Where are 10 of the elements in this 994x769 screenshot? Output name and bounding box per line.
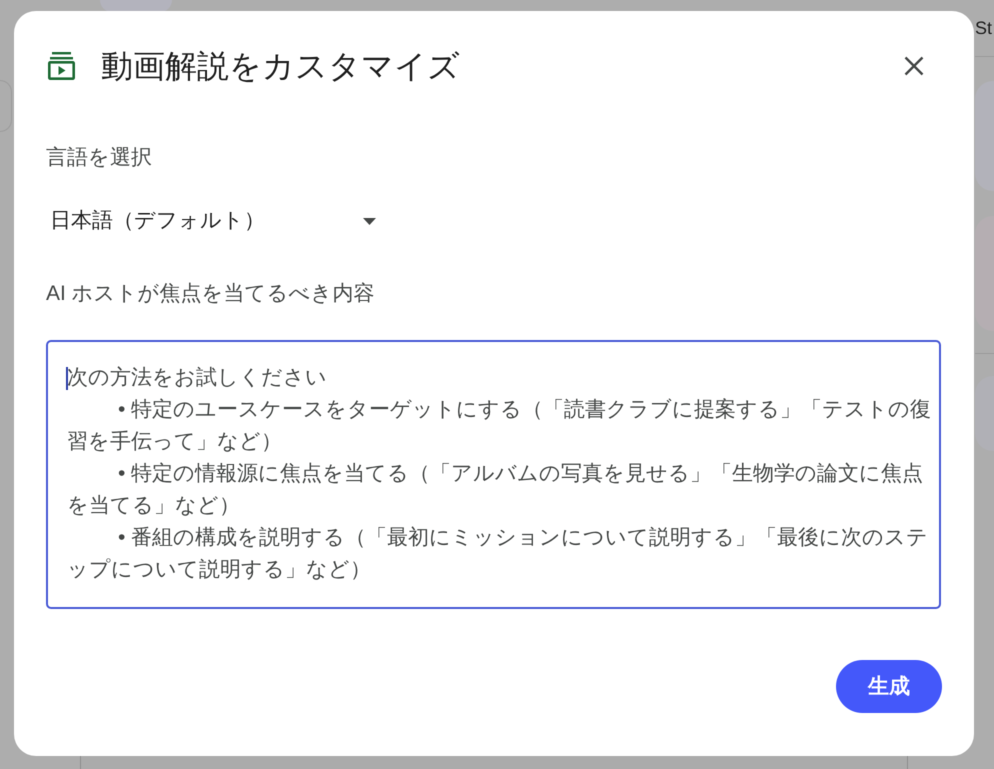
- header-text: St: [975, 17, 992, 40]
- play-stack-icon: [48, 52, 75, 80]
- field-label: 言語を選択: [46, 145, 152, 171]
- field-label: AI ホストが焦点を当てるべき内容: [46, 281, 375, 307]
- dialog-title: 動画解説をカスタマイズ: [101, 47, 460, 86]
- close-icon: [904, 56, 924, 76]
- generate-button[interactable]: 生成: [836, 660, 942, 713]
- prompt-text-area[interactable]: 次の方法をお試しください • 特定のユースケースをターゲットにする（「読書クラブに提案する」「テストの復習を手伝って」など） • 特定の情報源に焦点を当てる（「アルバムの写真を見せる」「生物学の論文に焦点を当てる」など） • 番組の構成を説明する（「最初にミッションについて説明する」「最後に次のステップについて説明する」など）: [46, 340, 941, 609]
- language-dropdown[interactable]: 日本語（デフォルト）: [46, 199, 386, 243]
- dropdown-caret-icon: [363, 218, 376, 224]
